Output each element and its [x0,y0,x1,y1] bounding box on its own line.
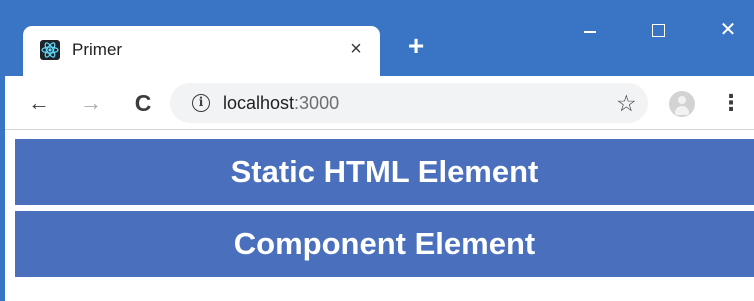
close-tab-icon[interactable]: × [345,38,367,60]
tab-strip: Primer × + ✕ [0,0,754,76]
back-arrow-icon[interactable]: ← [25,89,53,117]
url-text[interactable]: localhost:3000 [223,93,339,113]
tab-title: Primer [72,40,123,59]
tab-primer[interactable]: Primer × [23,26,380,76]
page-content: Static HTML Element Component Element [5,131,754,301]
browser-toolbar: ← → C i localhost:3000 ☆ ⋮ [5,76,754,130]
static-html-element-banner: Static HTML Element [15,139,754,205]
component-element-banner: Component Element [15,211,754,277]
browser-window: Primer × + ✕ ← → C i localhost:3000 ☆ ⋮ … [0,0,754,301]
kebab-menu-icon[interactable]: ⋮ [720,89,742,117]
react-logo-icon [40,40,60,60]
close-window-icon[interactable]: ✕ [713,18,743,42]
bookmark-star-icon[interactable]: ☆ [616,90,637,116]
address-bar[interactable]: i localhost:3000 ☆ [170,83,648,123]
reload-icon[interactable]: C [129,89,157,117]
url-host: localhost [223,93,295,113]
profile-avatar-icon[interactable] [669,91,695,117]
minimize-icon[interactable] [575,18,605,42]
maximize-icon[interactable] [643,18,673,42]
info-icon[interactable]: i [192,94,210,112]
forward-arrow-icon[interactable]: → [77,89,105,117]
new-tab-button[interactable]: + [403,32,429,60]
url-port: :3000 [294,93,340,113]
